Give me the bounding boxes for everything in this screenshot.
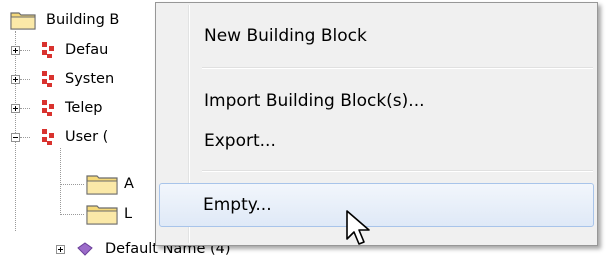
menu-item-label: Empty...: [203, 195, 272, 215]
folder-icon: [86, 175, 118, 195]
tree-item-label: Defau: [65, 42, 109, 58]
tree-item[interactable]: Systen: [11, 68, 114, 90]
menu-item-import-building-blocks[interactable]: Import Building Block(s)...: [159, 83, 594, 119]
menu-item-label: Export...: [204, 131, 276, 151]
menu-item-new-building-block[interactable]: New Building Block: [159, 18, 594, 54]
context-menu: New Building Block Import Building Block…: [155, 2, 598, 246]
tree-connector-vertical: [60, 148, 61, 215]
menu-item-label: New Building Block: [204, 26, 367, 46]
folder-icon: [10, 12, 36, 30]
tree-item-label: Telep: [65, 100, 103, 116]
tree-connector: [60, 184, 84, 185]
expand-icon[interactable]: [11, 74, 20, 84]
tree-item[interactable]: Defau: [11, 39, 108, 61]
expand-icon[interactable]: [11, 103, 20, 113]
building-block-icon: [42, 129, 54, 145]
tree-item-label: Systen: [65, 71, 115, 87]
building-block-icon: [42, 71, 54, 87]
building-block-icon: [77, 242, 93, 256]
tree-child-item[interactable]: A: [86, 173, 134, 195]
tree-item[interactable]: Telep: [11, 97, 102, 119]
tree-connector: [60, 214, 84, 215]
tree-item-label: User (: [65, 129, 109, 145]
tree-child-item[interactable]: L: [86, 203, 132, 225]
mouse-pointer-icon: [346, 210, 370, 245]
tree-child-label: L: [124, 206, 133, 222]
menu-item-empty[interactable]: Empty...: [159, 183, 594, 227]
building-block-icon: [42, 100, 54, 116]
menu-item-label: Import Building Block(s)...: [204, 91, 425, 111]
folder-icon: [86, 205, 118, 225]
tree-root-item[interactable]: Building B: [10, 9, 119, 31]
tree-item[interactable]: User (: [11, 126, 108, 148]
menu-separator: [202, 67, 593, 69]
tree-root-label: Building B: [46, 12, 120, 28]
tree-child-label: A: [124, 176, 134, 192]
menu-item-export[interactable]: Export...: [159, 123, 594, 159]
expand-icon[interactable]: [11, 45, 20, 55]
expand-icon[interactable]: [56, 244, 65, 254]
building-block-icon: [42, 42, 54, 58]
menu-separator: [202, 170, 593, 172]
collapse-icon[interactable]: [11, 132, 20, 142]
